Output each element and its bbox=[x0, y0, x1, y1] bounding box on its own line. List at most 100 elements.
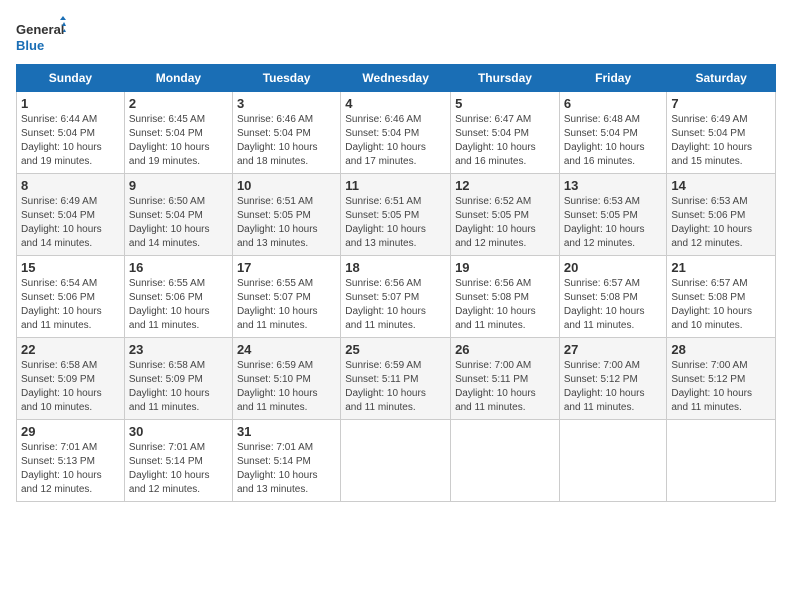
day-number: 27 bbox=[564, 342, 663, 357]
day-number: 17 bbox=[237, 260, 336, 275]
day-cell bbox=[341, 420, 451, 502]
day-number: 12 bbox=[455, 178, 555, 193]
day-info: Sunrise: 7:00 AM Sunset: 5:12 PM Dayligh… bbox=[671, 359, 771, 415]
week-row-4: 22 Sunrise: 6:58 AM Sunset: 5:09 PM Dayli… bbox=[17, 338, 776, 420]
day-info: Sunrise: 6:56 AM Sunset: 5:08 PM Dayligh… bbox=[455, 277, 555, 333]
day-info: Sunrise: 6:57 AM Sunset: 5:08 PM Dayligh… bbox=[564, 277, 663, 333]
col-header-friday: Friday bbox=[559, 65, 667, 92]
day-info: Sunrise: 7:01 AM Sunset: 5:14 PM Dayligh… bbox=[129, 441, 228, 497]
day-cell: 4Sunrise: 6:46 AM Sunset: 5:04 PM Daylig… bbox=[341, 92, 451, 174]
day-cell: 29Sunrise: 7:01 AM Sunset: 5:13 PM Dayli… bbox=[17, 420, 125, 502]
col-header-sunday: Sunday bbox=[17, 65, 125, 92]
day-info: Sunrise: 7:00 AM Sunset: 5:12 PM Dayligh… bbox=[564, 359, 663, 415]
day-number: 1 bbox=[21, 96, 120, 111]
day-number: 18 bbox=[345, 260, 446, 275]
day-info: Sunrise: 7:01 AM Sunset: 5:14 PM Dayligh… bbox=[237, 441, 336, 497]
day-number: 22 bbox=[21, 342, 120, 357]
day-cell: 8 Sunrise: 6:49 AM Sunset: 5:04 PM Daylig… bbox=[17, 174, 125, 256]
day-info: Sunrise: 6:55 AM Sunset: 5:07 PM Dayligh… bbox=[237, 277, 336, 333]
day-cell: 15Sunrise: 6:54 AM Sunset: 5:06 PM Dayli… bbox=[17, 256, 125, 338]
day-info: Sunrise: 6:49 AM Sunset: 5:04 PM Dayligh… bbox=[21, 195, 120, 251]
day-cell: 6 Sunrise: 6:48 AM Sunset: 5:04 PM Daylig… bbox=[559, 92, 667, 174]
day-cell: 14Sunrise: 6:53 AM Sunset: 5:06 PM Dayli… bbox=[667, 174, 776, 256]
day-cell: 18Sunrise: 6:56 AM Sunset: 5:07 PM Dayli… bbox=[341, 256, 451, 338]
day-cell bbox=[559, 420, 667, 502]
day-cell bbox=[451, 420, 560, 502]
col-header-thursday: Thursday bbox=[451, 65, 560, 92]
calendar-body: 1 Sunrise: 6:44 AM Sunset: 5:04 PM Daylig… bbox=[17, 92, 776, 502]
logo-svg: General Blue bbox=[16, 16, 66, 56]
day-info: Sunrise: 6:50 AM Sunset: 5:04 PM Dayligh… bbox=[129, 195, 228, 251]
day-cell: 31 Sunrise: 7:01 AM Sunset: 5:14 PM Dayli… bbox=[232, 420, 340, 502]
day-info: Sunrise: 6:52 AM Sunset: 5:05 PM Dayligh… bbox=[455, 195, 555, 251]
day-number: 20 bbox=[564, 260, 663, 275]
day-cell: 10Sunrise: 6:51 AM Sunset: 5:05 PM Dayli… bbox=[232, 174, 340, 256]
day-info: Sunrise: 6:59 AM Sunset: 5:10 PM Dayligh… bbox=[237, 359, 336, 415]
col-header-saturday: Saturday bbox=[667, 65, 776, 92]
day-cell: 21Sunrise: 6:57 AM Sunset: 5:08 PM Dayli… bbox=[667, 256, 776, 338]
day-cell bbox=[667, 420, 776, 502]
day-info: Sunrise: 6:54 AM Sunset: 5:06 PM Dayligh… bbox=[21, 277, 120, 333]
day-info: Sunrise: 6:51 AM Sunset: 5:05 PM Dayligh… bbox=[345, 195, 446, 251]
col-header-tuesday: Tuesday bbox=[232, 65, 340, 92]
calendar-table: SundayMondayTuesdayWednesdayThursdayFrid… bbox=[16, 64, 776, 502]
day-cell: 11 Sunrise: 6:51 AM Sunset: 5:05 PM Dayli… bbox=[341, 174, 451, 256]
day-cell: 27 Sunrise: 7:00 AM Sunset: 5:12 PM Dayli… bbox=[559, 338, 667, 420]
day-info: Sunrise: 6:44 AM Sunset: 5:04 PM Dayligh… bbox=[21, 113, 120, 169]
day-cell: 23 Sunrise: 6:58 AM Sunset: 5:09 PM Dayli… bbox=[124, 338, 232, 420]
day-info: Sunrise: 6:58 AM Sunset: 5:09 PM Dayligh… bbox=[21, 359, 120, 415]
col-header-wednesday: Wednesday bbox=[341, 65, 451, 92]
day-number: 10 bbox=[237, 178, 336, 193]
header: General Blue bbox=[16, 16, 776, 56]
day-number: 26 bbox=[455, 342, 555, 357]
day-number: 13 bbox=[564, 178, 663, 193]
day-info: Sunrise: 6:48 AM Sunset: 5:04 PM Dayligh… bbox=[564, 113, 663, 169]
day-cell: 3 Sunrise: 6:46 AM Sunset: 5:04 PM Daylig… bbox=[232, 92, 340, 174]
day-number: 21 bbox=[671, 260, 771, 275]
calendar-header-row: SundayMondayTuesdayWednesdayThursdayFrid… bbox=[17, 65, 776, 92]
day-cell: 17 Sunrise: 6:55 AM Sunset: 5:07 PM Dayli… bbox=[232, 256, 340, 338]
day-number: 9 bbox=[129, 178, 228, 193]
day-number: 16 bbox=[129, 260, 228, 275]
week-row-2: 8 Sunrise: 6:49 AM Sunset: 5:04 PM Daylig… bbox=[17, 174, 776, 256]
day-cell: 26 Sunrise: 7:00 AM Sunset: 5:11 PM Dayli… bbox=[451, 338, 560, 420]
col-header-monday: Monday bbox=[124, 65, 232, 92]
day-cell: 19Sunrise: 6:56 AM Sunset: 5:08 PM Dayli… bbox=[451, 256, 560, 338]
week-row-1: 1 Sunrise: 6:44 AM Sunset: 5:04 PM Daylig… bbox=[17, 92, 776, 174]
svg-text:Blue: Blue bbox=[16, 38, 44, 53]
week-row-3: 15Sunrise: 6:54 AM Sunset: 5:06 PM Dayli… bbox=[17, 256, 776, 338]
week-row-5: 29Sunrise: 7:01 AM Sunset: 5:13 PM Dayli… bbox=[17, 420, 776, 502]
day-cell: 24 Sunrise: 6:59 AM Sunset: 5:10 PM Dayli… bbox=[232, 338, 340, 420]
day-info: Sunrise: 6:53 AM Sunset: 5:05 PM Dayligh… bbox=[564, 195, 663, 251]
day-number: 3 bbox=[237, 96, 336, 111]
day-number: 8 bbox=[21, 178, 120, 193]
day-number: 31 bbox=[237, 424, 336, 439]
day-info: Sunrise: 6:55 AM Sunset: 5:06 PM Dayligh… bbox=[129, 277, 228, 333]
day-number: 29 bbox=[21, 424, 120, 439]
day-info: Sunrise: 6:58 AM Sunset: 5:09 PM Dayligh… bbox=[129, 359, 228, 415]
day-info: Sunrise: 7:00 AM Sunset: 5:11 PM Dayligh… bbox=[455, 359, 555, 415]
day-number: 5 bbox=[455, 96, 555, 111]
day-cell: 12 Sunrise: 6:52 AM Sunset: 5:05 PM Dayli… bbox=[451, 174, 560, 256]
day-info: Sunrise: 6:59 AM Sunset: 5:11 PM Dayligh… bbox=[345, 359, 446, 415]
day-cell: 22 Sunrise: 6:58 AM Sunset: 5:09 PM Dayli… bbox=[17, 338, 125, 420]
day-number: 25 bbox=[345, 342, 446, 357]
day-number: 6 bbox=[564, 96, 663, 111]
day-cell: 5 Sunrise: 6:47 AM Sunset: 5:04 PM Daylig… bbox=[451, 92, 560, 174]
day-cell: 25 Sunrise: 6:59 AM Sunset: 5:11 PM Dayli… bbox=[341, 338, 451, 420]
day-number: 28 bbox=[671, 342, 771, 357]
day-number: 11 bbox=[345, 178, 446, 193]
day-number: 2 bbox=[129, 96, 228, 111]
day-number: 24 bbox=[237, 342, 336, 357]
day-number: 23 bbox=[129, 342, 228, 357]
day-info: Sunrise: 6:45 AM Sunset: 5:04 PM Dayligh… bbox=[129, 113, 228, 169]
day-cell: 30 Sunrise: 7:01 AM Sunset: 5:14 PM Dayli… bbox=[124, 420, 232, 502]
day-number: 30 bbox=[129, 424, 228, 439]
day-cell: 20 Sunrise: 6:57 AM Sunset: 5:08 PM Dayli… bbox=[559, 256, 667, 338]
day-info: Sunrise: 6:47 AM Sunset: 5:04 PM Dayligh… bbox=[455, 113, 555, 169]
day-cell: 7Sunrise: 6:49 AM Sunset: 5:04 PM Daylig… bbox=[667, 92, 776, 174]
day-info: Sunrise: 6:46 AM Sunset: 5:04 PM Dayligh… bbox=[237, 113, 336, 169]
day-info: Sunrise: 6:53 AM Sunset: 5:06 PM Dayligh… bbox=[671, 195, 771, 251]
logo: General Blue bbox=[16, 16, 66, 56]
day-cell: 28 Sunrise: 7:00 AM Sunset: 5:12 PM Dayli… bbox=[667, 338, 776, 420]
